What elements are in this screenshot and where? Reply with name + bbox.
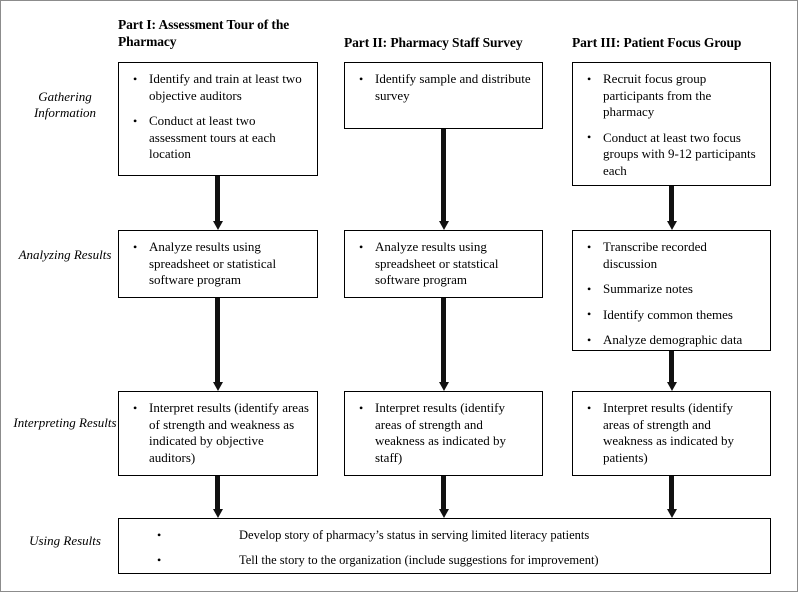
arrow-down-icon <box>441 129 446 222</box>
process-box-interpreting-part-1: Interpret results (identify areas of str… <box>118 391 318 476</box>
row-label-gathering-information: Gathering Information <box>33 89 97 120</box>
column-header-part-3: Part III: Patient Focus Group <box>572 35 742 50</box>
list-item: Analyze results using spreadsheet or sta… <box>129 239 309 289</box>
process-box-gathering-part-1: Identify and train at least two objectiv… <box>118 62 318 176</box>
process-box-using-results: Develop story of pharmacy’s status in se… <box>118 518 771 574</box>
box-content: Develop story of pharmacy’s status in se… <box>119 519 770 586</box>
list-item: Analyze demographic data <box>583 332 762 349</box>
bullet-list: Recruit focus group participants from th… <box>583 71 762 179</box>
box-content: Interpret results (identify areas of str… <box>573 392 770 474</box>
box-content: Analyze results using spreadsheet or sta… <box>345 231 542 297</box>
list-item: Recruit focus group participants from th… <box>583 71 762 121</box>
process-box-analyzing-part-2: Analyze results using spreadsheet or sta… <box>344 230 543 298</box>
box-content: Analyze results using spreadsheet or sta… <box>119 231 317 297</box>
list-item: Develop story of pharmacy’s status in se… <box>127 528 762 543</box>
arrow-down-icon <box>669 351 674 383</box>
flowchart-page: Part I: Assessment Tour of the Pharmacy … <box>0 0 798 592</box>
list-item: Identify and train at least two objectiv… <box>129 71 309 104</box>
box-content: Identify and train at least two objectiv… <box>119 63 317 171</box>
bullet-list: Analyze results using spreadsheet or sta… <box>355 239 534 289</box>
row-label-interpreting-results: Interpreting Results <box>13 415 117 430</box>
list-item: Tell the story to the organization (incl… <box>127 553 762 568</box>
bullet-list: Develop story of pharmacy’s status in se… <box>127 528 762 568</box>
bullet-list: Transcribe recorded discussion Summarize… <box>583 239 762 349</box>
arrow-down-icon <box>215 176 220 222</box>
process-box-analyzing-part-1: Analyze results using spreadsheet or sta… <box>118 230 318 298</box>
list-item: Identify sample and distribute survey <box>355 71 534 104</box>
arrow-down-icon <box>441 476 446 510</box>
bullet-list: Interpret results (identify areas of str… <box>129 400 309 466</box>
process-box-gathering-part-3: Recruit focus group participants from th… <box>572 62 771 186</box>
bullet-list: Interpret results (identify areas of str… <box>583 400 762 466</box>
column-header-part-1: Part I: Assessment Tour of the Pharmacy <box>118 17 290 49</box>
list-item: Identify common themes <box>583 306 762 324</box>
arrow-down-icon <box>669 186 674 222</box>
column-header-part-2: Part II: Pharmacy Staff Survey <box>344 35 523 50</box>
process-box-gathering-part-2: Identify sample and distribute survey <box>344 62 543 129</box>
arrow-down-icon <box>215 476 220 510</box>
list-item: Conduct at least two focus groups with 9… <box>583 129 762 180</box>
box-content: Identify sample and distribute survey <box>345 63 542 112</box>
box-content: Transcribe recorded discussion Summarize… <box>573 231 770 357</box>
box-content: Interpret results (identify areas of str… <box>119 392 317 474</box>
list-item: Interpret results (identify areas of str… <box>129 400 309 466</box>
list-item: Conduct at least two assessment tours at… <box>129 113 309 163</box>
process-box-analyzing-part-3: Transcribe recorded discussion Summarize… <box>572 230 771 351</box>
bullet-list: Analyze results using spreadsheet or sta… <box>129 239 309 289</box>
box-content: Recruit focus group participants from th… <box>573 63 770 187</box>
bullet-list: Interpret results (identify areas of str… <box>355 400 534 466</box>
box-content: Interpret results (identify areas of str… <box>345 392 542 474</box>
process-box-interpreting-part-2: Interpret results (identify areas of str… <box>344 391 543 476</box>
process-box-interpreting-part-3: Interpret results (identify areas of str… <box>572 391 771 476</box>
row-label-using-results: Using Results <box>29 533 101 548</box>
row-label-analyzing-results: Analyzing Results <box>18 247 112 262</box>
arrow-down-icon <box>215 298 220 383</box>
list-item: Interpret results (identify areas of str… <box>355 400 534 466</box>
list-item: Interpret results (identify areas of str… <box>583 400 762 466</box>
arrow-down-icon <box>441 298 446 383</box>
list-item: Transcribe recorded discussion <box>583 239 762 272</box>
list-item: Analyze results using spreadsheet or sta… <box>355 239 534 289</box>
bullet-list: Identify sample and distribute survey <box>355 71 534 104</box>
arrow-down-icon <box>669 476 674 510</box>
bullet-list: Identify and train at least two objectiv… <box>129 71 309 163</box>
list-item: Summarize notes <box>583 281 762 298</box>
